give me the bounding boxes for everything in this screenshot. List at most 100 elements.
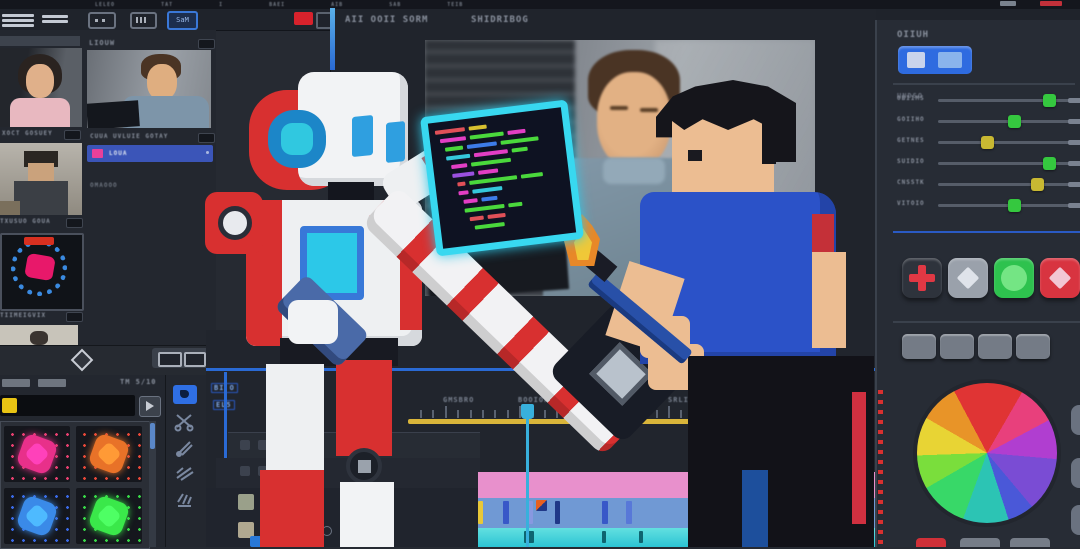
boy-arm-right bbox=[812, 252, 846, 348]
boy-sleeve-trim bbox=[812, 214, 834, 256]
bin-header-icon[interactable] bbox=[198, 39, 215, 49]
ruler-tick bbox=[680, 410, 682, 418]
track-toggle[interactable] bbox=[240, 466, 250, 476]
list-icon[interactable] bbox=[42, 13, 68, 25]
row-more-icon[interactable] bbox=[206, 151, 209, 154]
slider-handle[interactable] bbox=[1008, 199, 1021, 212]
slider-handle[interactable] bbox=[1031, 178, 1044, 191]
bin-preview-thumbnail[interactable] bbox=[87, 50, 211, 128]
record-button[interactable] bbox=[994, 258, 1034, 298]
divider-blue bbox=[893, 231, 1080, 233]
toggle-option-a[interactable] bbox=[907, 52, 925, 68]
menu-item[interactable]: TEIB bbox=[447, 2, 463, 8]
code-token bbox=[445, 146, 463, 152]
preset-button[interactable] bbox=[1016, 334, 1050, 359]
razor-tool-icon[interactable] bbox=[174, 463, 196, 483]
side-scroll-button[interactable] bbox=[1071, 505, 1080, 535]
grid-scrollbar[interactable] bbox=[149, 421, 156, 547]
bars-button[interactable] bbox=[130, 12, 157, 29]
bin-selected-row[interactable]: LOUA bbox=[87, 145, 213, 162]
playhead-handle[interactable] bbox=[521, 404, 534, 419]
slider-track-cnsstk[interactable] bbox=[938, 183, 1078, 186]
code-token bbox=[487, 213, 505, 219]
slider-track-goiiho[interactable] bbox=[938, 120, 1078, 123]
marker-button[interactable] bbox=[1040, 258, 1080, 298]
circle-icon bbox=[1001, 265, 1027, 291]
clip-marker[interactable] bbox=[478, 501, 483, 524]
diamond-button[interactable] bbox=[948, 258, 988, 298]
preset-button[interactable] bbox=[978, 334, 1012, 359]
menu-item[interactable]: TAT bbox=[161, 2, 173, 8]
side-scroll-button[interactable] bbox=[1071, 458, 1080, 488]
window-control-close[interactable] bbox=[1040, 1, 1062, 6]
effect-swatch-pink-burst[interactable] bbox=[4, 426, 70, 482]
menu-item[interactable]: AIB bbox=[331, 2, 343, 8]
effect-swatch-green-burst[interactable] bbox=[76, 488, 142, 544]
clip-marker[interactable] bbox=[626, 501, 632, 524]
toggle-option-b[interactable] bbox=[938, 52, 962, 68]
effect-thumbnail-frame[interactable] bbox=[0, 233, 84, 311]
effect-swatch-blue-burst[interactable] bbox=[4, 488, 70, 544]
ruler-tick bbox=[656, 410, 658, 418]
side-scroll-button[interactable] bbox=[1071, 405, 1080, 435]
track-toggle[interactable] bbox=[240, 440, 250, 450]
slider-track-getnes[interactable] bbox=[938, 141, 1078, 144]
code-token bbox=[463, 198, 477, 204]
menu-item[interactable]: SAB bbox=[389, 2, 401, 8]
selection-tool-button[interactable] bbox=[173, 385, 197, 404]
snap-button[interactable]: SaM bbox=[167, 11, 198, 30]
add-button[interactable] bbox=[902, 258, 942, 298]
menu-item[interactable]: BAEI bbox=[269, 2, 285, 8]
scissors-icon[interactable] bbox=[174, 412, 196, 432]
slider-handle[interactable] bbox=[1008, 115, 1021, 128]
dual-monitor-button[interactable] bbox=[152, 348, 210, 368]
boy-sideburn bbox=[762, 118, 776, 164]
color-wheel[interactable] bbox=[917, 383, 1057, 523]
clip-marker[interactable] bbox=[503, 501, 509, 524]
slider-label: GETNES bbox=[897, 137, 925, 144]
preset-button[interactable] bbox=[940, 334, 974, 359]
code-token bbox=[511, 147, 527, 153]
slider-track-vitoio[interactable] bbox=[938, 204, 1078, 207]
brush-tool-icon[interactable] bbox=[174, 438, 196, 458]
slider-track-suidio[interactable] bbox=[938, 162, 1078, 165]
track-toggle[interactable] bbox=[238, 494, 254, 510]
menu-item[interactable]: LELEO bbox=[95, 2, 115, 8]
preset-button[interactable] bbox=[902, 334, 936, 359]
code-token bbox=[521, 172, 543, 179]
slider-handle[interactable] bbox=[1043, 157, 1056, 170]
clip-marker[interactable] bbox=[602, 501, 608, 524]
clip-thumbnail-anchor[interactable] bbox=[0, 48, 82, 127]
slider-label: CNSSTK bbox=[897, 179, 925, 186]
effect-swatch-orange-burst[interactable] bbox=[76, 426, 142, 482]
window-control-minimize[interactable] bbox=[1000, 1, 1016, 6]
tab-chip[interactable] bbox=[38, 379, 66, 387]
code-token bbox=[458, 190, 468, 195]
clip-marker[interactable] bbox=[639, 531, 643, 543]
bottom-button-red[interactable] bbox=[916, 538, 946, 547]
code-token bbox=[474, 149, 508, 157]
bin-man-face bbox=[147, 64, 177, 100]
slider-handle[interactable] bbox=[981, 136, 994, 149]
menu-icon[interactable] bbox=[2, 12, 34, 29]
hand-tool-icon[interactable] bbox=[174, 490, 196, 510]
bottom-button[interactable] bbox=[960, 538, 1000, 547]
clip-thumbnail-interview[interactable] bbox=[0, 143, 82, 215]
dots-button[interactable] bbox=[88, 12, 116, 29]
clip-marker[interactable] bbox=[602, 531, 606, 543]
play-effect-button[interactable] bbox=[139, 396, 161, 417]
search-bar[interactable] bbox=[0, 395, 135, 416]
bin-laptop bbox=[87, 100, 140, 128]
record-indicator[interactable] bbox=[294, 12, 313, 25]
slider-handle[interactable] bbox=[1043, 94, 1056, 107]
bottom-button[interactable] bbox=[1010, 538, 1050, 547]
tab-chip[interactable] bbox=[2, 379, 30, 387]
playhead-line[interactable] bbox=[526, 419, 529, 547]
slider-end-stub bbox=[1068, 98, 1080, 103]
view-toggle[interactable] bbox=[898, 46, 972, 74]
slider-track-obiims[interactable] bbox=[938, 99, 1078, 102]
clip-marker[interactable] bbox=[555, 501, 560, 524]
robot-shoulder-joint bbox=[218, 206, 252, 240]
clip-thumbnail-guest[interactable] bbox=[0, 325, 78, 345]
menu-item[interactable]: I bbox=[219, 2, 223, 8]
